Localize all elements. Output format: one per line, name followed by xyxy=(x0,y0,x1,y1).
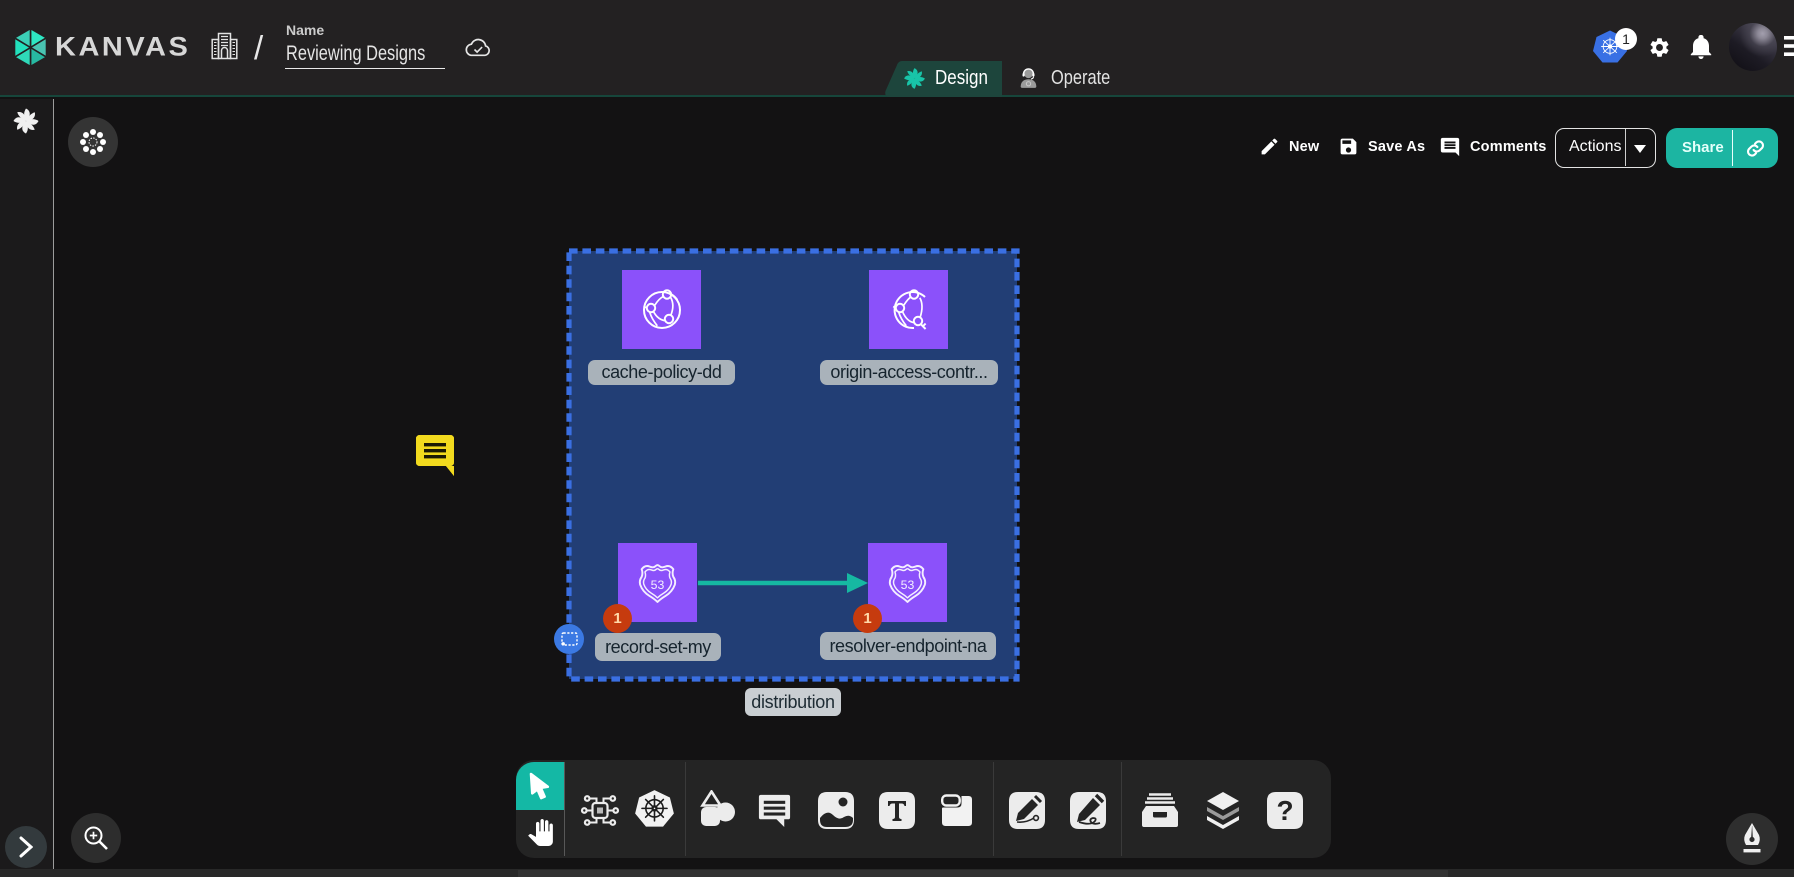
svg-text:53: 53 xyxy=(651,578,665,592)
svg-text:?: ? xyxy=(1276,795,1293,826)
svg-text:53: 53 xyxy=(901,578,915,592)
